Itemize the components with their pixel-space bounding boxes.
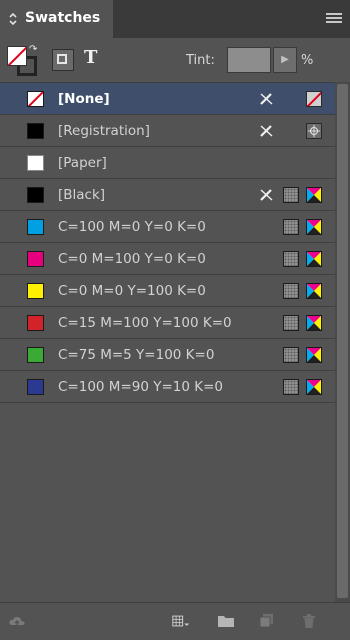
swatch-row-paper[interactable]: [Paper] (0, 147, 335, 179)
cc-libraries-cloud-icon[interactable] (8, 613, 26, 629)
process-color-icon (283, 379, 299, 395)
panel-bottom-bar (0, 602, 350, 640)
swatch-toolbar: ↷ T Tint: ▶ % (0, 38, 350, 82)
cmyk-mode-icon (306, 251, 322, 267)
fill-stroke-control[interactable]: ↷ (7, 44, 37, 76)
swatch-row-cyan[interactable]: C=100 M=0 Y=0 K=0 (0, 211, 335, 243)
panel-title: Swatches (25, 10, 101, 26)
swatch-label: [Paper] (58, 155, 107, 171)
tab-swatches[interactable]: Swatches (0, 0, 113, 38)
swatch-chip-blue (27, 379, 44, 395)
panel-tab-strip: Swatches (0, 0, 350, 38)
tint-input[interactable] (227, 47, 271, 73)
process-color-icon (283, 219, 299, 235)
delete-swatch-trash-icon[interactable] (300, 613, 318, 629)
formatting-affects-text-button[interactable]: T (84, 47, 97, 68)
process-color-icon (283, 187, 299, 203)
cmyk-mode-icon (306, 379, 322, 395)
swatch-row-black[interactable]: [Black] (0, 179, 335, 211)
swatch-row-none[interactable]: [None] (0, 83, 335, 115)
cmyk-mode-icon (306, 219, 322, 235)
process-color-icon (283, 251, 299, 267)
process-color-icon (283, 347, 299, 363)
panel-menu-icon[interactable] (326, 13, 342, 25)
swatch-row-green[interactable]: C=75 M=5 Y=100 K=0 (0, 339, 335, 371)
swatch-label: C=0 M=0 Y=100 K=0 (58, 283, 206, 299)
tint-label: Tint: (186, 53, 215, 68)
cmyk-mode-icon (306, 187, 322, 203)
swatch-chip-black (27, 187, 44, 203)
swatch-chip-none (27, 91, 44, 107)
formatting-affects-container-button[interactable] (52, 49, 74, 71)
swatch-chip-registration (27, 123, 44, 139)
tint-percent-unit: % (301, 53, 314, 68)
swatch-label: C=100 M=0 Y=0 K=0 (58, 219, 206, 235)
tint-slider-arrow-icon[interactable]: ▶ (273, 47, 297, 73)
process-color-icon (283, 315, 299, 331)
cmyk-mode-icon (306, 283, 322, 299)
none-swatch-icon (306, 91, 322, 107)
swatch-row-blue[interactable]: C=100 M=90 Y=10 K=0 (0, 371, 335, 403)
swatch-label: [None] (58, 91, 110, 107)
cmyk-mode-icon (306, 315, 322, 331)
new-swatch-icon[interactable] (258, 613, 276, 629)
cmyk-mode-icon (306, 347, 322, 363)
swap-fill-stroke-icon[interactable]: ↷ (29, 44, 37, 55)
fill-swatch[interactable] (7, 46, 27, 66)
swatch-label: C=15 M=100 Y=100 K=0 (58, 315, 232, 331)
swatch-label: C=100 M=90 Y=10 K=0 (58, 379, 224, 395)
pencil-cross-icon (260, 125, 273, 137)
swatch-row-yellow[interactable]: C=0 M=0 Y=100 K=0 (0, 275, 335, 307)
swatch-label: [Registration] (58, 123, 150, 139)
swatch-chip-red (27, 315, 44, 331)
pencil-cross-icon (260, 93, 273, 105)
show-swatch-views-grid-icon[interactable] (172, 613, 190, 629)
swatch-row-magenta[interactable]: C=0 M=100 Y=0 K=0 (0, 243, 335, 275)
pencil-cross-icon (260, 189, 273, 201)
swatch-label: C=75 M=5 Y=100 K=0 (58, 347, 215, 363)
container-icon (57, 54, 67, 64)
registration-mark-icon (306, 123, 322, 139)
swatch-chip-green (27, 347, 44, 363)
swatch-label: C=0 M=100 Y=0 K=0 (58, 251, 206, 267)
swatch-chip-yellow (27, 283, 44, 299)
swatch-label: [Black] (58, 187, 106, 203)
swatch-chip-paper (27, 155, 44, 171)
swatch-chip-cyan (27, 219, 44, 235)
swatch-chip-magenta (27, 251, 44, 267)
process-color-icon (283, 283, 299, 299)
swatches-panel: Swatches ↷ T Tint: ▶ % [None] [Registrat… (0, 0, 350, 640)
swatch-row-red[interactable]: C=15 M=100 Y=100 K=0 (0, 307, 335, 339)
swatch-row-registration[interactable]: [Registration] (0, 115, 335, 147)
swatch-list-scrollbar[interactable] (335, 82, 350, 602)
collapse-chevron-icon[interactable] (8, 12, 18, 26)
new-color-group-folder-icon[interactable] (217, 613, 235, 629)
swatch-list: [None] [Registration] [Paper] [Black] C=… (0, 82, 335, 603)
scrollbar-thumb[interactable] (337, 84, 348, 598)
